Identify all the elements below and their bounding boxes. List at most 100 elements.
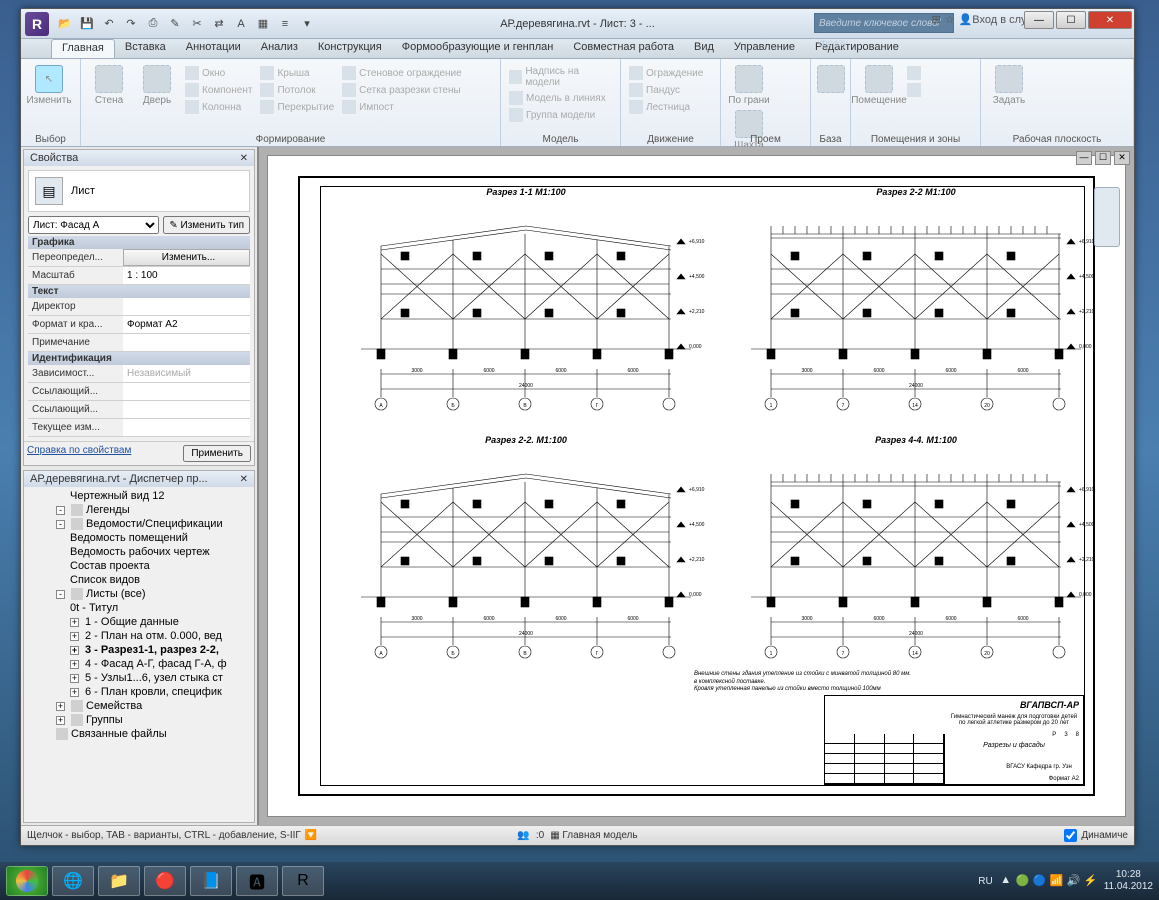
edit-type-button[interactable]: ✎ Изменить тип [163, 216, 250, 234]
qat-btn[interactable]: ▦ [253, 14, 273, 34]
tree-item[interactable]: +Группы [26, 713, 252, 727]
task-revit[interactable]: R [282, 866, 324, 896]
qat-save[interactable]: 💾 [77, 14, 97, 34]
tree-item[interactable]: Чертежный вид 12 [26, 489, 252, 503]
clock[interactable]: 10:28 11.04.2012 [1104, 869, 1153, 893]
tab-annotate[interactable]: Аннотации [176, 39, 251, 58]
column-button[interactable]: Колонна [183, 99, 254, 115]
tree-item[interactable]: Состав проекта [26, 559, 252, 573]
task-explorer[interactable]: 📁 [98, 866, 140, 896]
tab-structure[interactable]: Конструкция [308, 39, 392, 58]
tab-insert[interactable]: Вставка [115, 39, 176, 58]
qat-btn[interactable]: ⇄ [209, 14, 229, 34]
datum-button[interactable] [817, 65, 845, 93]
component-button[interactable]: Компонент [183, 82, 254, 98]
qat-dropdown[interactable]: ▾ [297, 14, 317, 34]
tab-analyze[interactable]: Анализ [251, 39, 308, 58]
tree-item[interactable]: +3 - Разрез1-1, разрез 2-2, [26, 643, 252, 657]
tray-icon[interactable]: 🔊 [1067, 874, 1081, 888]
worksets-icon[interactable]: 👥 [517, 830, 529, 841]
tray-icon[interactable]: 🟢 [1016, 874, 1030, 888]
task-autocad[interactable]: 🅰 [236, 866, 278, 896]
task-ie[interactable]: 🌐 [52, 866, 94, 896]
tree-item[interactable]: +1 - Общие данные [26, 615, 252, 629]
set-plane-button[interactable]: Задать [987, 65, 1031, 106]
canvas[interactable]: Разрез 1-1 М1:100 А3000Б6000В6000Г600024… [267, 155, 1126, 817]
task-word[interactable]: 📘 [190, 866, 232, 896]
model-group-button[interactable]: Группа модели [507, 107, 614, 123]
override-button[interactable]: Изменить... [123, 249, 250, 266]
minimize-button[interactable]: — [1024, 11, 1054, 29]
view-max-icon[interactable]: ☐ [1095, 151, 1111, 165]
maximize-button[interactable]: ☐ [1056, 11, 1086, 29]
modify-button[interactable]: ↖ Изменить [27, 65, 71, 106]
view-min-icon[interactable]: — [1076, 151, 1092, 165]
curtain-button[interactable]: Стеновое ограждение [340, 65, 464, 81]
ramp-button[interactable]: Пандус [627, 82, 705, 98]
qat-print[interactable]: ⎙ [143, 14, 163, 34]
tab-massing[interactable]: Формообразующие и генплан [392, 39, 564, 58]
dynamic-checkbox[interactable] [1064, 829, 1077, 842]
qat-redo[interactable]: ↷ [121, 14, 141, 34]
browser-tree[interactable]: Чертежный вид 12-Легенды-Ведомости/Специ… [24, 487, 254, 822]
tab-home[interactable]: Главная [51, 39, 115, 58]
tray-icon[interactable]: 📶 [1050, 874, 1064, 888]
props-help-link[interactable]: Справка по свойствам [27, 445, 131, 462]
by-face-button[interactable]: По грани [727, 65, 771, 106]
tree-item[interactable]: -Ведомости/Спецификации [26, 517, 252, 531]
subscription-icon[interactable]: ⊞ [931, 13, 940, 26]
floor-button[interactable]: Перекрытие [258, 99, 336, 115]
qat-open[interactable]: 📂 [55, 14, 75, 34]
qat-btn[interactable]: ✂ [187, 14, 207, 34]
model-text-button[interactable]: Надпись на модели [507, 65, 614, 89]
qat-btn[interactable]: ✎ [165, 14, 185, 34]
tray-icon[interactable]: ▲ [999, 874, 1013, 888]
tree-item[interactable]: +Семейства [26, 699, 252, 713]
filter-icon[interactable]: 🔽 [305, 830, 317, 841]
tree-item[interactable]: Список видов [26, 573, 252, 587]
pin-icon[interactable]: ✕ [240, 474, 248, 485]
tree-item[interactable]: -Листы (все) [26, 587, 252, 601]
wall-button[interactable]: Стена [87, 65, 131, 106]
tab-manage[interactable]: Управление [724, 39, 805, 58]
model-line-button[interactable]: Модель в линиях [507, 90, 614, 106]
apply-button[interactable]: Применить [183, 445, 251, 462]
ceiling-button[interactable]: Потолок [258, 82, 336, 98]
tree-item[interactable]: Ведомость помещений [26, 531, 252, 545]
grid-button[interactable]: Сетка разрезки стены [340, 82, 464, 98]
mullion-button[interactable]: Импост [340, 99, 464, 115]
tab-view[interactable]: Вид [684, 39, 724, 58]
tree-item[interactable]: +6 - План кровли, специфик [26, 685, 252, 699]
lang-indicator[interactable]: RU [978, 876, 992, 887]
task-chrome[interactable]: 🔴 [144, 866, 186, 896]
tree-item[interactable]: +5 - Узлы1...6, узел стыка ст [26, 671, 252, 685]
tray-icon[interactable]: ⚡ [1084, 874, 1098, 888]
qat-btn[interactable]: ≡ [275, 14, 295, 34]
tree-item[interactable]: 0t - Титул [26, 601, 252, 615]
door-button[interactable]: Дверь [135, 65, 179, 106]
communicate-icon[interactable]: ☆ [945, 13, 955, 26]
close-button[interactable]: ✕ [1088, 11, 1132, 29]
roof-button[interactable]: Крыша [258, 65, 336, 81]
window-button[interactable]: Окно [183, 65, 254, 81]
view-close-icon[interactable]: ✕ [1114, 151, 1130, 165]
room-button[interactable]: Помещение [857, 65, 901, 106]
railing-button[interactable]: Ограждение [627, 65, 705, 81]
qat-text[interactable]: A [231, 14, 251, 34]
type-selector[interactable]: ▤ Лист [28, 170, 250, 212]
tree-item[interactable]: +2 - План на отм. 0.000, вед [26, 629, 252, 643]
type-dropdown[interactable]: Лист: Фасад А [28, 216, 159, 234]
tree-item[interactable]: Ведомость рабочих чертеж [26, 545, 252, 559]
tree-item[interactable]: +4 - Фасад А-Г, фасад Г-А, ф [26, 657, 252, 671]
model-dropdown[interactable]: ▦ Главная модель [550, 830, 637, 841]
app-menu-button[interactable]: R [25, 12, 49, 36]
stair-button[interactable]: Лестница [627, 99, 705, 115]
tree-item[interactable]: Связанные файлы [26, 727, 252, 741]
navigation-bar[interactable] [1094, 187, 1120, 247]
qat-undo[interactable]: ↶ [99, 14, 119, 34]
tree-item[interactable]: -Легенды [26, 503, 252, 517]
tray-icon[interactable]: 🔵 [1033, 874, 1047, 888]
start-button[interactable] [6, 866, 48, 896]
pin-icon[interactable]: ✕ [240, 153, 248, 164]
tab-collab[interactable]: Совместная работа [563, 39, 684, 58]
